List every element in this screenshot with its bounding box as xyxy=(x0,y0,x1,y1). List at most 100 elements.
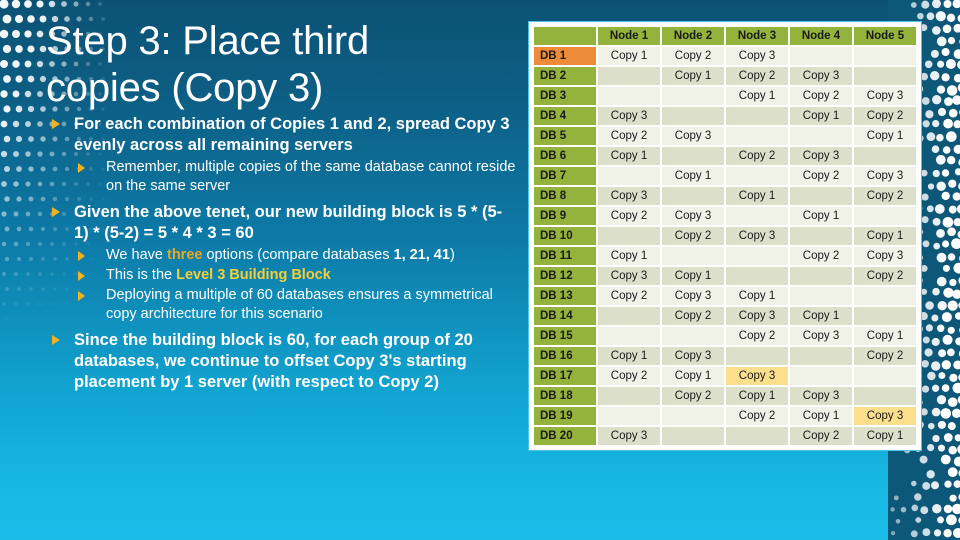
cell-db-19-node-4: Copy 1 xyxy=(790,407,852,425)
cell-db-13-node-2: Copy 3 xyxy=(662,287,724,305)
slide-canvas: Step 3: Place third copies (Copy 3) For … xyxy=(0,0,960,540)
cell-db-2-node-3: Copy 2 xyxy=(726,67,788,85)
cell-db-14-node-4: Copy 1 xyxy=(790,307,852,325)
cell-db-6-node-2 xyxy=(662,147,724,165)
cell-db-14-node-1 xyxy=(598,307,660,325)
cell-db-2-node-4: Copy 3 xyxy=(790,67,852,85)
cell-db-10-node-3: Copy 3 xyxy=(726,227,788,245)
column-header-node-2: Node 2 xyxy=(662,27,724,45)
cell-db-13-node-3: Copy 1 xyxy=(726,287,788,305)
cell-db-6-node-5 xyxy=(854,147,916,165)
cell-db-9-node-4: Copy 1 xyxy=(790,207,852,225)
cell-db-18-node-5 xyxy=(854,387,916,405)
table-header-row: Node 1 Node 2 Node 3 Node 4 Node 5 xyxy=(534,27,916,45)
cell-db-12-node-1: Copy 3 xyxy=(598,267,660,285)
row-header-db-9: DB 9 xyxy=(534,207,596,225)
cell-db-12-node-4 xyxy=(790,267,852,285)
table-row: DB 6 Copy 1 Copy 2 Copy 3 xyxy=(534,147,916,165)
cell-db-8-node-2 xyxy=(662,187,724,205)
cell-db-10-node-5: Copy 1 xyxy=(854,227,916,245)
row-header-db-13: DB 13 xyxy=(534,287,596,305)
bullet-text-run: ) xyxy=(449,247,455,263)
cell-db-12-node-3 xyxy=(726,267,788,285)
table-row: DB 14 Copy 2 Copy 3 Copy 1 xyxy=(534,307,916,325)
table-row: DB 11 Copy 1 Copy 2 Copy 3 xyxy=(534,247,916,265)
cell-db-7-node-2: Copy 1 xyxy=(662,167,724,185)
table-row: DB 12 Copy 3 Copy 1 Copy 2 xyxy=(534,267,916,285)
bullet-text: Given the above tenet, our new building … xyxy=(74,203,503,242)
column-header-node-3: Node 3 xyxy=(726,27,788,45)
cell-db-8-node-3: Copy 1 xyxy=(726,187,788,205)
row-header-db-4: DB 4 xyxy=(534,107,596,125)
cell-db-16-node-2: Copy 3 xyxy=(662,347,724,365)
cell-db-11-node-2 xyxy=(662,247,724,265)
bullet-level2-2-3: Deploying a multiple of 60 databases ens… xyxy=(74,286,516,324)
bullet-text-run: 1, 21, 41 xyxy=(393,247,450,263)
table-row: DB 1 Copy 1 Copy 2 Copy 3 xyxy=(534,47,916,65)
cell-db-20-node-1: Copy 3 xyxy=(598,427,660,445)
bullet-text: Remember, multiple copies of the same da… xyxy=(106,159,516,194)
cell-db-18-node-1 xyxy=(598,387,660,405)
cell-db-3-node-3: Copy 1 xyxy=(726,87,788,105)
row-header-db-14: DB 14 xyxy=(534,307,596,325)
cell-db-6-node-4: Copy 3 xyxy=(790,147,852,165)
table-row: DB 7 Copy 1 Copy 2 Copy 3 xyxy=(534,167,916,185)
cell-db-18-node-2: Copy 2 xyxy=(662,387,724,405)
table-row: DB 2 Copy 1 Copy 2 Copy 3 xyxy=(534,67,916,85)
cell-db-4-node-1: Copy 3 xyxy=(598,107,660,125)
cell-db-9-node-1: Copy 2 xyxy=(598,207,660,225)
row-header-db-15: DB 15 xyxy=(534,327,596,345)
cell-db-7-node-3 xyxy=(726,167,788,185)
table-row: DB 9 Copy 2 Copy 3 Copy 1 xyxy=(534,207,916,225)
cell-db-16-node-3 xyxy=(726,347,788,365)
cell-db-6-node-1: Copy 1 xyxy=(598,147,660,165)
table-row: DB 5 Copy 2 Copy 3 Copy 1 xyxy=(534,127,916,145)
row-header-db-18: DB 18 xyxy=(534,387,596,405)
row-header-db-20: DB 20 xyxy=(534,427,596,445)
bullet-triangle-icon xyxy=(78,251,85,261)
cell-db-9-node-5 xyxy=(854,207,916,225)
cell-db-8-node-4 xyxy=(790,187,852,205)
cell-db-17-node-2: Copy 1 xyxy=(662,367,724,385)
bullet-text: Since the building block is 60, for each… xyxy=(74,331,473,391)
copy-placement-table: Node 1 Node 2 Node 3 Node 4 Node 5 DB 1 Copy … xyxy=(532,25,918,447)
cell-db-11-node-1: Copy 1 xyxy=(598,247,660,265)
bullet-triangle-icon xyxy=(52,207,60,217)
row-header-db-7: DB 7 xyxy=(534,167,596,185)
bullet-triangle-icon xyxy=(78,271,85,281)
bullet-text-run: This is the xyxy=(106,267,177,283)
cell-db-9-node-3 xyxy=(726,207,788,225)
cell-db-12-node-5: Copy 2 xyxy=(854,267,916,285)
cell-db-4-node-4: Copy 1 xyxy=(790,107,852,125)
cell-db-16-node-5: Copy 2 xyxy=(854,347,916,365)
bullet-text: Deploying a multiple of 60 databases ens… xyxy=(106,287,493,322)
table-row: DB 10 Copy 2 Copy 3 Copy 1 xyxy=(534,227,916,245)
table-row: DB 20 Copy 3 Copy 2 Copy 1 xyxy=(534,427,916,445)
bullet-triangle-icon xyxy=(52,119,60,129)
cell-db-16-node-1: Copy 1 xyxy=(598,347,660,365)
row-header-db-5: DB 5 xyxy=(534,127,596,145)
table-row: DB 18 Copy 2 Copy 1 Copy 3 xyxy=(534,387,916,405)
cell-db-19-node-3: Copy 2 xyxy=(726,407,788,425)
cell-db-3-node-4: Copy 2 xyxy=(790,87,852,105)
cell-db-20-node-3 xyxy=(726,427,788,445)
cell-db-10-node-1 xyxy=(598,227,660,245)
bullet-text-run: Level 3 Building Block xyxy=(176,267,331,283)
cell-db-16-node-4 xyxy=(790,347,852,365)
copy-placement-table-frame: Node 1 Node 2 Node 3 Node 4 Node 5 DB 1 Copy … xyxy=(528,21,922,451)
bullet-list-level1: For each combination of Copies 1 and 2, … xyxy=(46,114,516,393)
cell-db-5-node-3 xyxy=(726,127,788,145)
cell-db-4-node-2 xyxy=(662,107,724,125)
column-header-node-5: Node 5 xyxy=(854,27,916,45)
cell-db-17-node-3: Copy 3 xyxy=(726,367,788,385)
column-header-node-1: Node 1 xyxy=(598,27,660,45)
cell-db-8-node-1: Copy 3 xyxy=(598,187,660,205)
cell-db-1-node-2: Copy 2 xyxy=(662,47,724,65)
cell-db-15-node-4: Copy 3 xyxy=(790,327,852,345)
row-header-db-11: DB 11 xyxy=(534,247,596,265)
cell-db-11-node-5: Copy 3 xyxy=(854,247,916,265)
row-header-db-19: DB 19 xyxy=(534,407,596,425)
table-header: Node 1 Node 2 Node 3 Node 4 Node 5 xyxy=(534,27,916,45)
cell-db-14-node-5 xyxy=(854,307,916,325)
table-row: DB 17 Copy 2 Copy 1 Copy 3 xyxy=(534,367,916,385)
